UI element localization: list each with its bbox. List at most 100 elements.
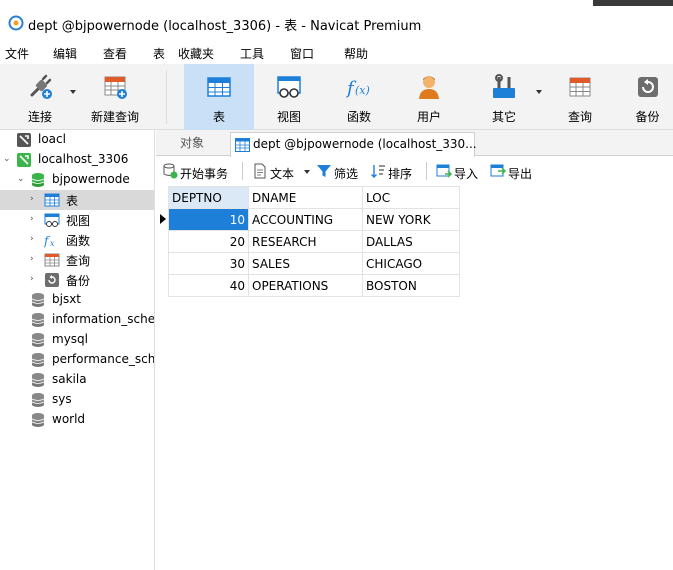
database-icon: [31, 373, 45, 387]
table-icon: [235, 138, 250, 152]
table-label: 表: [212, 110, 225, 124]
cell-deptno[interactable]: 30: [168, 252, 249, 275]
cell-loc[interactable]: CHICAGO: [362, 252, 460, 275]
view-button[interactable]: 视图: [254, 64, 324, 130]
tree-item-db-bjsxt[interactable]: bjsxt: [0, 290, 154, 310]
connection-icon: [17, 133, 31, 147]
window-title: dept @bjpowernode (localhost_3306) - 表 -…: [28, 19, 422, 34]
connect-button[interactable]: 连接: [14, 64, 66, 130]
tree-item-backups[interactable]: › 备份: [0, 270, 154, 290]
user-label: 用户: [416, 110, 441, 124]
cell-dname[interactable]: ACCOUNTING: [248, 208, 363, 231]
user-button[interactable]: 用户: [394, 64, 464, 130]
table-button[interactable]: 表: [184, 64, 254, 130]
menu-help[interactable]: 帮助: [344, 45, 368, 62]
tree-item-db-mysql[interactable]: mysql: [0, 330, 154, 350]
menu-view[interactable]: 查看: [103, 45, 127, 62]
title-bar: dept @bjpowernode (localhost_3306) - 表 -…: [0, 0, 673, 40]
other-dropdown[interactable]: [532, 64, 546, 130]
function-icon: f (x): [345, 78, 370, 99]
column-header-dname[interactable]: DNAME: [248, 186, 363, 209]
menu-table[interactable]: 表: [153, 45, 165, 62]
tree-item-views[interactable]: › 视图: [0, 210, 154, 230]
cell-loc[interactable]: BOSTON: [362, 274, 460, 297]
database-icon: [31, 413, 45, 427]
query-button[interactable]: 查询: [552, 64, 608, 130]
data-grid: DEPTNO DNAME LOC 10 ACCOUNTING NEW YORK …: [156, 186, 673, 570]
connect-dropdown[interactable]: [66, 64, 80, 130]
new-query-label: 新建查询: [90, 110, 139, 124]
column-header-loc[interactable]: LOC: [362, 186, 460, 209]
cell-loc[interactable]: NEW YORK: [362, 208, 460, 231]
cell-deptno[interactable]: 20: [168, 230, 249, 253]
sort-button[interactable]: 排序: [370, 163, 420, 181]
tree-item-functions[interactable]: › f x 函数: [0, 230, 154, 250]
connection-active-icon: [17, 153, 31, 167]
begin-transaction-button[interactable]: 开始事务: [162, 163, 238, 181]
chevron-right-icon[interactable]: ›: [30, 274, 40, 284]
database-icon: [31, 313, 45, 327]
menu-file[interactable]: 文件: [5, 45, 29, 62]
view-icon: [44, 213, 60, 227]
other-label: 其它: [491, 110, 516, 124]
import-button[interactable]: 导入: [436, 163, 486, 181]
function-button[interactable]: f (x) 函数: [324, 64, 394, 130]
column-header-deptno[interactable]: DEPTNO: [168, 186, 249, 209]
chevron-right-icon[interactable]: ›: [30, 234, 40, 244]
new-query-icon: [104, 76, 127, 99]
chevron-down-icon: [70, 90, 76, 94]
chevron-right-icon[interactable]: ›: [30, 254, 40, 264]
tab-objects[interactable]: 对象: [156, 130, 228, 156]
tree-item-tables[interactable]: › 表: [0, 190, 154, 210]
records-table: DEPTNO DNAME LOC 10 ACCOUNTING NEW YORK …: [168, 186, 460, 297]
database-icon: [31, 393, 45, 407]
chevron-down-icon[interactable]: ⌄: [17, 174, 27, 184]
query-label: 查询: [567, 110, 592, 124]
menu-favorites[interactable]: 收藏夹: [178, 45, 214, 62]
window-controls-strip: [593, 0, 673, 6]
tree-item-db-performance-schema[interactable]: performance_schema: [0, 350, 154, 370]
navicat-logo-icon: [8, 15, 24, 31]
other-button[interactable]: 其它: [476, 64, 532, 130]
header-row: DEPTNO DNAME LOC: [168, 186, 460, 209]
table-row[interactable]: 10 ACCOUNTING NEW YORK: [168, 208, 460, 231]
tree-item-bjpowernode[interactable]: ⌄ bjpowernode: [0, 170, 154, 190]
filter-button[interactable]: 筛选: [316, 163, 366, 181]
tree-item-queries[interactable]: › 查询: [0, 250, 154, 270]
tree-item-db-sys[interactable]: sys: [0, 390, 154, 410]
cell-loc[interactable]: DALLAS: [362, 230, 460, 253]
menu-edit[interactable]: 编辑: [53, 45, 77, 62]
chevron-down-icon[interactable]: ⌄: [3, 154, 13, 164]
backup-icon: [45, 273, 59, 287]
user-icon: [419, 76, 439, 99]
table-row[interactable]: 30 SALES CHICAGO: [168, 252, 460, 275]
current-row-marker-icon: [160, 214, 166, 224]
chevron-down-icon: [304, 170, 310, 174]
menu-window[interactable]: 窗口: [290, 45, 314, 62]
table-icon: [207, 77, 231, 97]
chevron-right-icon[interactable]: ›: [30, 214, 40, 224]
tree-item-loacl[interactable]: loacl: [0, 130, 154, 150]
tree-item-db-sakila[interactable]: sakila: [0, 370, 154, 390]
cell-dname[interactable]: RESEARCH: [248, 230, 363, 253]
plug-icon: [30, 74, 52, 99]
cell-deptno[interactable]: 10: [168, 208, 249, 231]
tree-item-db-world[interactable]: world: [0, 410, 154, 430]
export-button[interactable]: 导出: [490, 163, 540, 181]
connection-tree: loacl ⌄ localhost_3306 ⌄ bjpowernode › 表…: [0, 130, 155, 570]
tree-item-localhost[interactable]: ⌄ localhost_3306: [0, 150, 154, 170]
cell-deptno[interactable]: 40: [168, 274, 249, 297]
tab-dept-table[interactable]: dept @bjpowernode (localhost_330...: [230, 132, 477, 157]
chevron-right-icon[interactable]: ›: [30, 194, 40, 204]
text-button[interactable]: 文本: [252, 163, 312, 181]
backup-button[interactable]: 备份: [622, 64, 673, 130]
database-icon: [31, 293, 45, 307]
table-row[interactable]: 40 OPERATIONS BOSTON: [168, 274, 460, 297]
table-icon: [44, 193, 60, 207]
menu-tools[interactable]: 工具: [240, 45, 264, 62]
cell-dname[interactable]: OPERATIONS: [248, 274, 363, 297]
new-query-button[interactable]: 新建查询: [84, 64, 146, 130]
tree-item-db-information-schema[interactable]: information_schema: [0, 310, 154, 330]
cell-dname[interactable]: SALES: [248, 252, 363, 275]
table-row[interactable]: 20 RESEARCH DALLAS: [168, 230, 460, 253]
